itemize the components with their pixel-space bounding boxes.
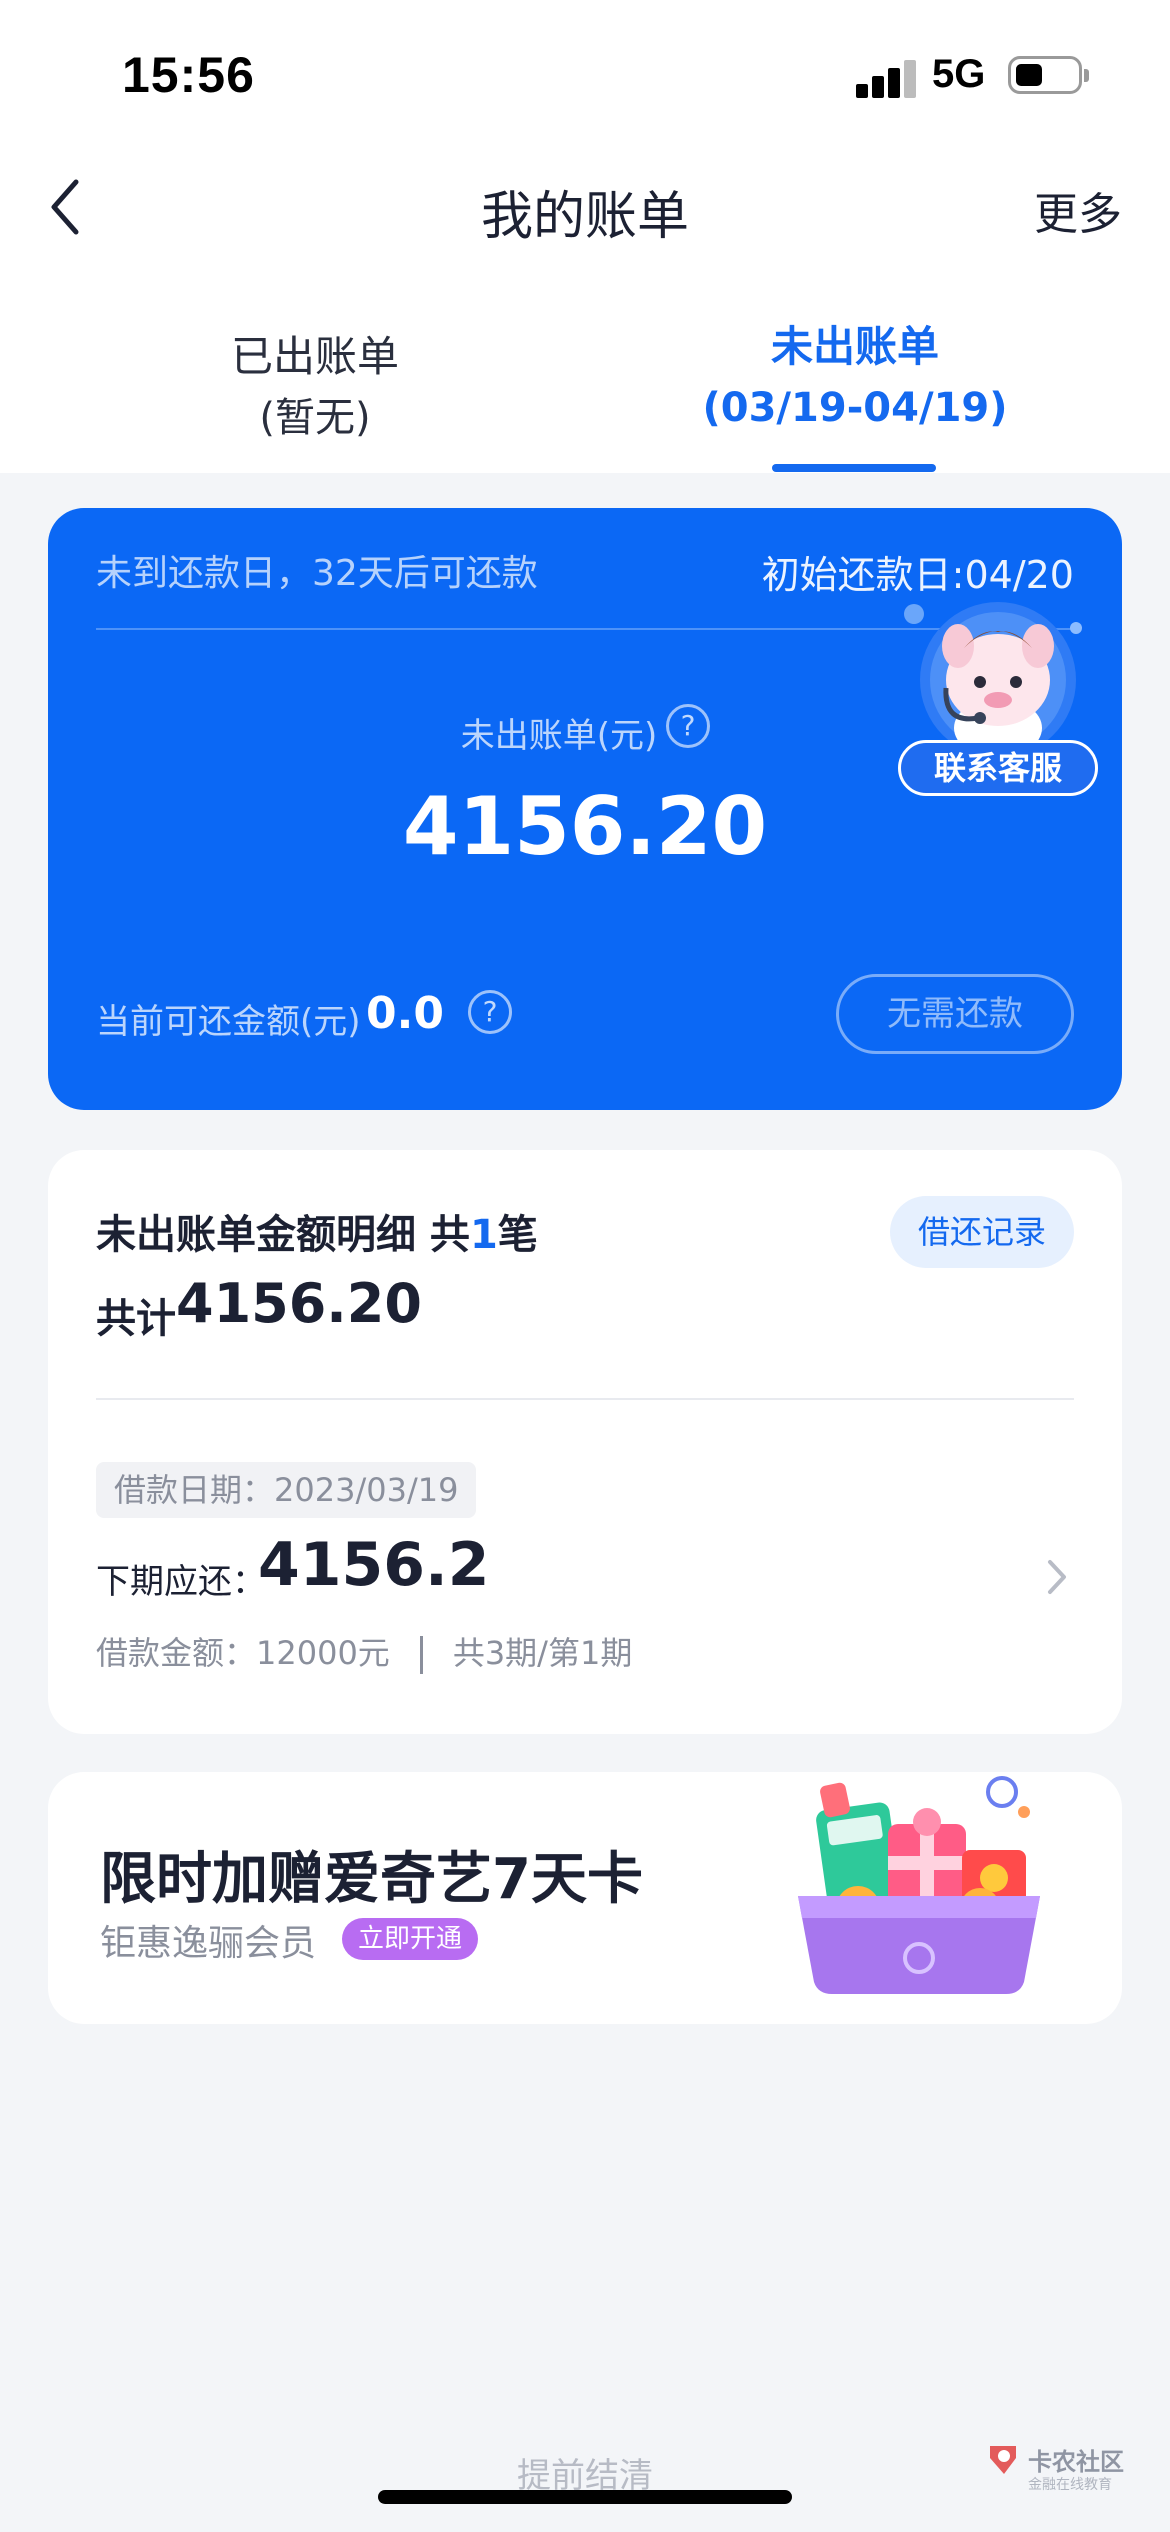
tab-sublabel: (03/19-04/19) [702, 385, 1008, 431]
separator [419, 1636, 423, 1674]
bill-count: 1 [469, 1212, 498, 1258]
tab-sublabel: (暂无) [259, 395, 371, 441]
customer-service-button[interactable]: 联系客服 [894, 588, 1098, 808]
current-repayable-value: 0.0 [366, 988, 444, 1039]
header-area: 15:56 5G 我的账单 更多 已出账单 (暂无) 未出账单 (03/19-0… [0, 0, 1170, 473]
detail-title: 未出账单金额明细 共1笔 [96, 1202, 538, 1260]
tab-label: 已出账单 [230, 332, 399, 381]
help-circle-icon[interactable]: ? [666, 704, 710, 748]
page-title: 我的账单 [480, 187, 689, 247]
more-button[interactable]: 更多 [1034, 178, 1122, 242]
tab-label: 未出账单 [770, 322, 939, 371]
battery-icon [1008, 56, 1089, 94]
customer-service-mascot-icon [904, 602, 1082, 758]
amount-label: 未出账单(元) [460, 716, 658, 756]
tab-issued-bills[interactable]: 已出账单 (暂无) [160, 326, 470, 448]
promo-subtitle: 钜惠逸骊会员 [100, 1923, 317, 1964]
installment-info: 共3期/第1期 [452, 1634, 633, 1672]
active-tab-indicator [772, 464, 936, 472]
status-time: 15:56 [122, 47, 255, 103]
no-repayment-button[interactable]: 无需还款 [836, 974, 1074, 1054]
loan-date-chip: 借款日期：2023/03/19 [96, 1462, 477, 1518]
chevron-right-icon[interactable] [1042, 1552, 1072, 1602]
home-indicator [378, 2490, 792, 2504]
gift-box-illustration [798, 1776, 1040, 1994]
bill-detail-card: 未出账单金额明细 共1笔 借还记录 共计 4156.20 借款日期：2023/0… [48, 1150, 1122, 1734]
watermark-subtext: 金融在线教育 [1028, 2477, 1112, 2493]
detail-title-prefix: 未出账单金额明细 共 [96, 1212, 470, 1258]
unissued-bill-card: 未到还款日，32天后可还款 初始还款日:04/20 未出账单(元) ? 4156… [48, 508, 1122, 1110]
watermark-logo: 卡农社区 金融在线教育 [986, 2440, 1146, 2500]
repayment-notice: 未到还款日，32天后可还款 [96, 553, 538, 594]
customer-service-label: 联系客服 [898, 740, 1098, 796]
total-label: 共计 [96, 1296, 176, 1342]
network-type: 5G [932, 52, 986, 96]
current-repayable-label: 当前可还金额(元) [96, 1002, 361, 1042]
next-payment-label: 下期应还： [96, 1562, 266, 1602]
tab-unissued-bills[interactable]: 未出账单 (03/19-04/19) [690, 316, 1020, 438]
borrow-repay-records-button[interactable]: 借还记录 [890, 1196, 1074, 1268]
help-circle-icon[interactable]: ? [468, 990, 512, 1034]
watermark-icon [990, 2446, 1016, 2474]
promo-title: 限时加赠爱奇艺7天卡 [100, 1847, 643, 1912]
divider [96, 1398, 1074, 1400]
activate-now-badge[interactable]: 立即开通 [342, 1918, 479, 1960]
promo-banner[interactable]: 限时加赠爱奇艺7天卡 钜惠逸骊会员 立即开通 [48, 1772, 1122, 2024]
loan-info-row: 借款金额：12000元 共3期/第1期 [96, 1628, 632, 1674]
next-payment-value: 4156.2 [258, 1530, 490, 1600]
signal-icon [856, 56, 916, 98]
loan-amount: 借款金额：12000元 [96, 1634, 390, 1672]
total-value: 4156.20 [176, 1272, 422, 1335]
detail-title-suffix: 笔 [497, 1212, 538, 1258]
watermark-text: 卡农社区 [1028, 2448, 1124, 2476]
